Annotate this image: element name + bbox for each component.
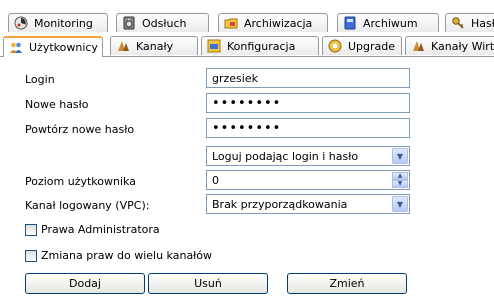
monitoring-icon: [14, 16, 28, 30]
spin-up-icon[interactable]: ▲: [392, 172, 408, 180]
key-icon: [451, 16, 465, 30]
archive-icon: [343, 16, 357, 30]
checkbox-box[interactable]: [25, 223, 37, 236]
tab-label: Odsłuch: [142, 16, 187, 30]
tab-label: Archiwizacja: [244, 16, 313, 30]
chevron-down-icon[interactable]: ▼: [392, 196, 408, 212]
virtual-channels-icon: [411, 39, 425, 53]
tab-haslo[interactable]: Hasło: [445, 13, 494, 32]
change-button[interactable]: Zmień: [287, 273, 407, 294]
tab-label: Konfiguracja: [227, 39, 296, 53]
user-level-spinner[interactable]: 0 ▲ ▼: [206, 170, 410, 190]
users-icon: [9, 41, 23, 55]
repeat-password-input[interactable]: ••••••••: [206, 118, 410, 138]
channels-icon: [116, 39, 130, 53]
user-level-label: Poziom użytkownika: [25, 175, 136, 188]
login-input[interactable]: grzesiek: [206, 68, 410, 88]
chevron-down-icon[interactable]: ▼: [392, 148, 408, 164]
tab-odsluch[interactable]: Odsłuch: [116, 13, 209, 32]
repeat-password-label: Powtórz nowe hasło: [25, 123, 135, 136]
tab-label: Upgrade: [348, 39, 396, 53]
new-password-label: Nowe hasło: [25, 98, 89, 111]
tab-kanaly[interactable]: Kanały: [110, 36, 198, 55]
tab-label: Hasło: [471, 16, 494, 30]
login-mode-select[interactable]: Loguj podając login i hasło ▼: [206, 146, 410, 166]
tab-label: Kanały Wirtualne: [431, 39, 494, 53]
tab-label: Archiwum: [363, 16, 418, 30]
tab-label: Monitoring: [34, 16, 93, 30]
channel-select[interactable]: Brak przyporządkowania ▼: [206, 194, 410, 214]
tab-archiwum[interactable]: Archiwum: [337, 13, 439, 32]
delete-button[interactable]: Usuń: [148, 273, 268, 294]
tab-uzytkownicy[interactable]: Użytkownicy: [3, 36, 103, 57]
tab-row-1: Monitoring Odsłuch Archiwizacja Archiwum…: [0, 13, 494, 33]
multi-channel-label: Zmiana praw do wielu kanałów: [41, 249, 213, 262]
login-mode-value: Loguj podając login i hasło: [212, 149, 359, 163]
tab-upgrade[interactable]: Upgrade: [322, 36, 402, 55]
configuration-icon: [207, 39, 221, 53]
tab-label: Użytkownicy: [29, 41, 98, 54]
spinner-buttons: ▲ ▼: [392, 172, 408, 188]
tab-kanaly-wirtualne[interactable]: Kanały Wirtualne: [405, 36, 494, 55]
channel-label: Kanał logowany (VPC):: [25, 199, 150, 212]
tab-row-2: Użytkownicy Kanały Konfiguracja Upgrade …: [0, 36, 494, 57]
tab-monitoring[interactable]: Monitoring: [8, 13, 108, 32]
tab-konfiguracja[interactable]: Konfiguracja: [201, 36, 319, 55]
tab-label: Kanały: [136, 39, 174, 53]
login-label: Login: [25, 73, 55, 86]
login-value: grzesiek: [212, 71, 258, 85]
checkbox-box[interactable]: [25, 249, 37, 262]
archive-folder-icon: [224, 16, 238, 30]
speaker-icon: [122, 16, 136, 30]
admin-rights-checkbox[interactable]: Prawa Administratora: [25, 223, 160, 236]
admin-rights-label: Prawa Administratora: [41, 223, 160, 236]
new-password-input[interactable]: ••••••••: [206, 93, 410, 113]
channel-value: Brak przyporządkowania: [212, 197, 348, 211]
repeat-password-value: ••••••••: [212, 120, 282, 136]
new-password-value: ••••••••: [212, 95, 282, 111]
upgrade-icon: [328, 39, 342, 53]
spin-down-icon[interactable]: ▼: [392, 180, 408, 188]
tab-archiwizacja[interactable]: Archiwizacja: [218, 13, 328, 32]
add-button[interactable]: Dodaj: [25, 273, 145, 294]
multi-channel-checkbox[interactable]: Zmiana praw do wielu kanałów: [25, 249, 212, 262]
user-level-value: 0: [212, 173, 219, 187]
